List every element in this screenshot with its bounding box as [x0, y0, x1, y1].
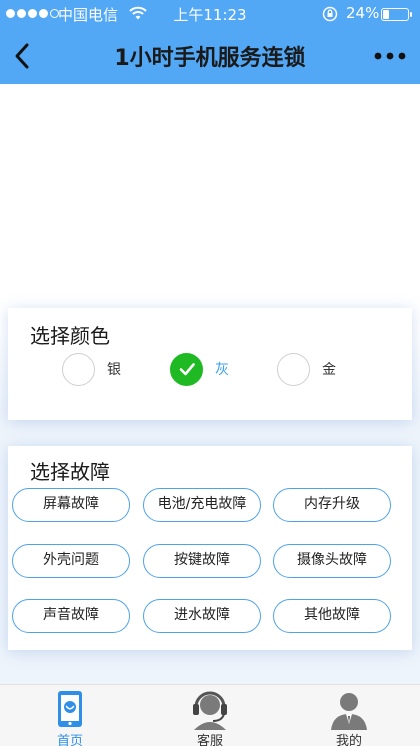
battery-icon [381, 8, 412, 21]
fault-option-water[interactable]: 进水故障 [143, 599, 261, 633]
headset-agent-icon [193, 691, 227, 730]
color-option-silver[interactable]: 银 [62, 352, 121, 386]
tab-label: 客服 [196, 734, 223, 746]
nav-header: 1小时手机服务连锁 [0, 28, 420, 84]
fault-option-casing[interactable]: 外壳问题 [12, 544, 130, 578]
fault-option-battery[interactable]: 电池/充电故障 [143, 488, 261, 522]
tab-customer-service[interactable]: 客服 [160, 685, 260, 746]
tab-profile[interactable]: 我的 [299, 685, 399, 746]
radio-circle[interactable] [62, 352, 95, 386]
home-phone-icon [58, 691, 82, 727]
rotation-lock-icon [322, 6, 338, 22]
page-title: 1小时手机服务连锁 [114, 46, 306, 71]
fault-selection-card: 选择故障 屏幕故障 电池/充电故障 内存升级 外壳问题 按键故障 摄像头故障 声… [8, 446, 412, 650]
fault-section-title: 选择故障 [30, 460, 110, 484]
bottom-tab-bar: 首页 客服 我的 [0, 684, 420, 746]
tab-home[interactable]: 首页 [20, 685, 120, 746]
color-selection-card: 选择颜色 银 灰 金 [8, 308, 412, 420]
more-dots-icon [374, 52, 406, 60]
top-bar: 中国电信 上午11:23 24% 1小时手机服务连锁 [0, 0, 420, 84]
color-option-label: 银 [107, 362, 121, 378]
checkmark-icon [179, 363, 195, 376]
fault-option-screen[interactable]: 屏幕故障 [12, 488, 130, 522]
radio-circle[interactable] [170, 352, 203, 386]
fault-option-sound[interactable]: 声音故障 [12, 599, 130, 633]
back-button[interactable] [8, 38, 38, 74]
battery-percent: 24% [346, 4, 380, 22]
color-option-label: 金 [322, 362, 336, 378]
chevron-left-icon [15, 43, 29, 69]
fault-option-memory[interactable]: 内存升级 [273, 488, 391, 522]
color-option-gray[interactable]: 灰 [170, 352, 229, 386]
color-option-label: 灰 [215, 362, 229, 378]
fault-option-other[interactable]: 其他故障 [273, 599, 391, 633]
tab-label: 首页 [56, 734, 83, 746]
more-button[interactable] [372, 44, 408, 68]
radio-circle[interactable] [277, 352, 310, 386]
fault-option-camera[interactable]: 摄像头故障 [273, 544, 391, 578]
color-section-title: 选择颜色 [30, 324, 110, 348]
status-bar: 中国电信 上午11:23 24% [0, 0, 420, 28]
user-profile-icon [331, 693, 367, 730]
tab-label: 我的 [335, 734, 362, 746]
fault-option-buttons[interactable]: 按键故障 [143, 544, 261, 578]
color-option-gold[interactable]: 金 [277, 352, 336, 386]
